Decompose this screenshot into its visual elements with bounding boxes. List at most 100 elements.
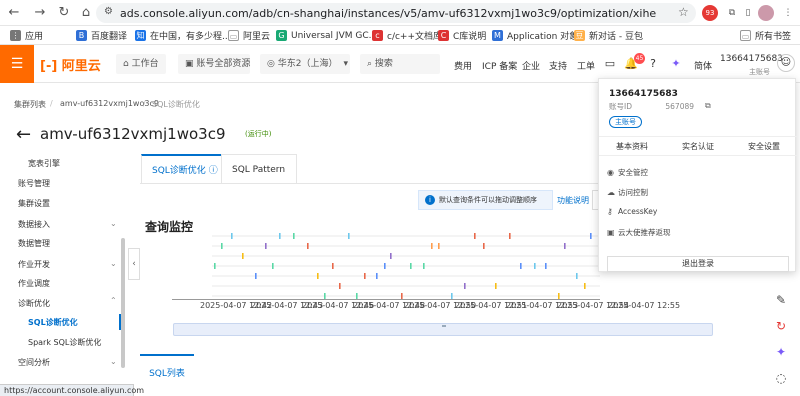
chart-x-axis bbox=[172, 299, 600, 300]
chevron-down-icon[interactable]: ⌄ bbox=[110, 357, 117, 366]
ms-doc-icon: M bbox=[492, 30, 503, 41]
tab-sql-list[interactable]: SQL列表 bbox=[140, 354, 194, 384]
menu-accesskey[interactable]: ⚷ AccessKey bbox=[607, 207, 657, 216]
extensions-icon[interactable]: ⧉ bbox=[724, 5, 740, 21]
bookmark-item[interactable]: c c/c++文档库 bbox=[372, 29, 442, 42]
help-icon[interactable]: ? bbox=[646, 57, 660, 71]
reload-icon[interactable]: ↻ bbox=[56, 5, 72, 21]
header-link-billing[interactable]: 费用 bbox=[454, 59, 472, 72]
chart-mark bbox=[520, 263, 522, 269]
chat-icon[interactable]: ◌ bbox=[770, 367, 792, 389]
chevron-down-icon: ▾ bbox=[343, 59, 348, 69]
status-badge: (运行中) bbox=[245, 130, 272, 138]
bookmark-item[interactable]: B 百度翻译 bbox=[76, 29, 127, 42]
tab-sql-pattern[interactable]: SQL Pattern bbox=[221, 154, 297, 184]
feedback-icon[interactable]: ↻ bbox=[770, 315, 792, 337]
sidepanel-icon[interactable]: ▯ bbox=[740, 5, 756, 21]
sidebar-item-diagnosis[interactable]: 诊断优化 bbox=[18, 298, 50, 309]
chart-mark bbox=[376, 273, 378, 279]
sidebar-item-account[interactable]: 账号管理 bbox=[18, 178, 50, 189]
ai-star-icon[interactable]: ✦ bbox=[770, 341, 792, 363]
bookmark-item[interactable]: 豆新对话 - 豆包 bbox=[574, 29, 643, 42]
url-bar[interactable]: ⚙ ads.console.aliyun.com/adb/cn-shanghai… bbox=[96, 3, 696, 23]
search-box[interactable]: ⌕ 搜索 bbox=[360, 54, 440, 74]
query-monitor-chart[interactable] bbox=[172, 232, 600, 302]
slider-handle[interactable] bbox=[442, 325, 446, 327]
function-doc-link[interactable]: 功能说明 bbox=[557, 195, 589, 206]
tab-security[interactable]: 安全设置 bbox=[731, 141, 797, 152]
chart-mark bbox=[410, 263, 412, 269]
forward-icon[interactable]: → bbox=[32, 5, 48, 21]
bookmark-item[interactable]: ▭ 阿里云 bbox=[228, 29, 270, 42]
language-switch[interactable]: 简体 bbox=[694, 59, 712, 72]
bookmark-item[interactable]: C C库说明 bbox=[438, 29, 486, 42]
bookmark-apps[interactable]: ⋮ 应用 bbox=[10, 29, 43, 42]
more-icon[interactable]: ⋮ bbox=[780, 5, 796, 21]
logout-button[interactable]: 退出登录 bbox=[607, 256, 789, 272]
region-select[interactable]: ◎ 华东2（上海） ▾ bbox=[260, 54, 350, 74]
sidebar-item-data-manage[interactable]: 数据管理 bbox=[18, 238, 50, 249]
sidebar-item-job-schedule[interactable]: 作业调度 bbox=[18, 278, 50, 289]
bookmark-item[interactable]: G Universal JVM GC... bbox=[276, 29, 377, 42]
chart-range-slider[interactable] bbox=[173, 323, 713, 336]
shield-icon: ◉ bbox=[607, 168, 614, 177]
cloud-icon: ☁ bbox=[607, 188, 615, 197]
sidebar-item-sql-diagnosis[interactable]: SQL诊断优化 bbox=[28, 317, 78, 328]
sidebar-item-spatial[interactable]: 空间分析 bbox=[18, 357, 50, 368]
home-icon[interactable]: ⌂ bbox=[78, 5, 94, 21]
tab-basic-info[interactable]: 基本资料 bbox=[599, 141, 665, 152]
menu-referral[interactable]: ▣ 云大使推荐返现 bbox=[607, 227, 671, 238]
extension-badge-icon[interactable]: 93 bbox=[702, 5, 718, 21]
sidebar-scrollbar[interactable] bbox=[121, 238, 125, 368]
breadcrumb-cluster-list[interactable]: 集群列表 bbox=[14, 99, 46, 110]
workbench-button[interactable]: ⌂ 工作台 bbox=[116, 54, 166, 74]
menu-security-control[interactable]: ◉ 安全管控 bbox=[607, 167, 648, 178]
copy-icon[interactable]: ⧉ bbox=[705, 101, 711, 111]
page-title: amv-uf6312vxmj1wo3c9 bbox=[40, 125, 226, 143]
bookmark-item[interactable]: M Application 对象 bbox=[492, 29, 578, 42]
clib-icon: C bbox=[438, 30, 449, 41]
avatar[interactable]: ☺ bbox=[777, 54, 795, 72]
edit-icon[interactable]: ✎ bbox=[770, 289, 792, 311]
all-bookmarks[interactable]: ▭ 所有书签 bbox=[740, 29, 791, 42]
url-text: ads.console.aliyun.com/adb/cn-shanghai/i… bbox=[120, 7, 657, 20]
resource-icon: ▣ bbox=[185, 59, 197, 69]
folder-icon: ▭ bbox=[740, 30, 751, 41]
tab-sql-diagnosis[interactable]: SQL诊断优化 ⓘ bbox=[141, 154, 222, 184]
ai-assistant-icon[interactable]: ✦ bbox=[669, 57, 683, 71]
sidebar-collapse-handle[interactable]: ‹ bbox=[128, 248, 140, 280]
back-arrow-icon[interactable]: ← bbox=[16, 124, 31, 145]
header-link-ticket[interactable]: 工单 bbox=[577, 59, 595, 72]
bookmarks-bar: ⋮ 应用 B 百度翻译 知在中国，有多少程... ▭ 阿里云 G Universal J… bbox=[0, 26, 800, 45]
home-icon: ⌂ bbox=[123, 59, 132, 69]
back-icon[interactable]: ← bbox=[6, 5, 22, 21]
terminal-icon[interactable]: ▭ bbox=[603, 57, 617, 71]
sidebar-item-wide-table[interactable]: 宽表引擎 bbox=[28, 158, 60, 169]
chart-mark bbox=[483, 243, 485, 249]
search-icon: ⌕ bbox=[367, 59, 375, 69]
bookmark-item[interactable]: 知在中国，有多少程... bbox=[135, 29, 231, 42]
header-link-enterprise[interactable]: 企业 bbox=[522, 59, 540, 72]
header-link-icp[interactable]: ICP 备案 bbox=[482, 59, 517, 72]
sidebar-item-spark-sql[interactable]: Spark SQL诊断优化 bbox=[28, 337, 101, 348]
header-link-support[interactable]: 支持 bbox=[549, 59, 567, 72]
user-phone[interactable]: 13664175683 bbox=[720, 54, 783, 64]
aliyun-logo[interactable]: [-] 阿里云 bbox=[40, 55, 101, 74]
menu-icon[interactable]: ☰ bbox=[0, 45, 34, 83]
apps-grid-icon: ⋮ bbox=[10, 30, 21, 41]
chevron-up-icon[interactable]: ⌃ bbox=[110, 296, 117, 305]
bookmark-star-icon[interactable]: ☆ bbox=[678, 5, 689, 19]
tab-realname[interactable]: 实名认证 bbox=[665, 141, 731, 152]
role-badge: 主账号 bbox=[609, 116, 642, 128]
profile-icon[interactable] bbox=[758, 5, 774, 21]
menu-access-control[interactable]: ☁ 访问控制 bbox=[607, 187, 648, 198]
chevron-down-icon[interactable]: ⌄ bbox=[110, 259, 117, 268]
account-select[interactable]: ▣ 账号全部资源 bbox=[178, 54, 250, 74]
chart-mark bbox=[332, 263, 334, 269]
chevron-down-icon[interactable]: ⌄ bbox=[110, 219, 117, 228]
sidebar-item-cluster-settings[interactable]: 集群设置 bbox=[18, 198, 50, 209]
sidebar-item-job-dev[interactable]: 作业开发 bbox=[18, 259, 50, 270]
sidebar-item-data-ingest[interactable]: 数据接入 bbox=[18, 219, 50, 230]
baidu-icon: B bbox=[76, 30, 87, 41]
site-info-icon[interactable]: ⚙ bbox=[104, 6, 113, 17]
